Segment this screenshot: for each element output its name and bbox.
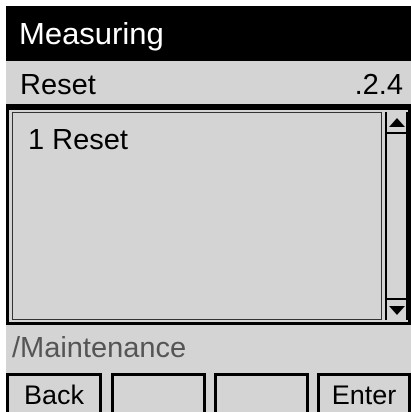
arrow-down-icon bbox=[389, 306, 405, 315]
device-screen: Measuring Reset .2.4 1 Reset /Maintenanc… bbox=[6, 6, 411, 412]
menu-name: Reset bbox=[20, 69, 96, 101]
back-button[interactable]: Back bbox=[6, 373, 102, 412]
title-bar: Measuring bbox=[6, 6, 411, 61]
scrollbar[interactable] bbox=[385, 112, 408, 320]
menu-header: Reset .2.4 bbox=[6, 64, 411, 104]
arrow-up-icon bbox=[389, 118, 405, 127]
enter-button[interactable]: Enter bbox=[317, 373, 411, 412]
softkey-2-button[interactable] bbox=[111, 373, 206, 412]
scroll-up-button[interactable] bbox=[387, 112, 406, 134]
list-item-reset[interactable]: 1 Reset bbox=[28, 124, 128, 157]
scroll-down-button[interactable] bbox=[387, 298, 406, 320]
list-area: 1 Reset bbox=[12, 112, 382, 320]
screen-title: Measuring bbox=[19, 16, 164, 51]
menu-list: 1 Reset bbox=[6, 107, 411, 325]
menu-code: .2.4 bbox=[354, 69, 403, 101]
breadcrumb-path: /Maintenance bbox=[12, 332, 187, 364]
softkey-3-button[interactable] bbox=[214, 373, 309, 412]
